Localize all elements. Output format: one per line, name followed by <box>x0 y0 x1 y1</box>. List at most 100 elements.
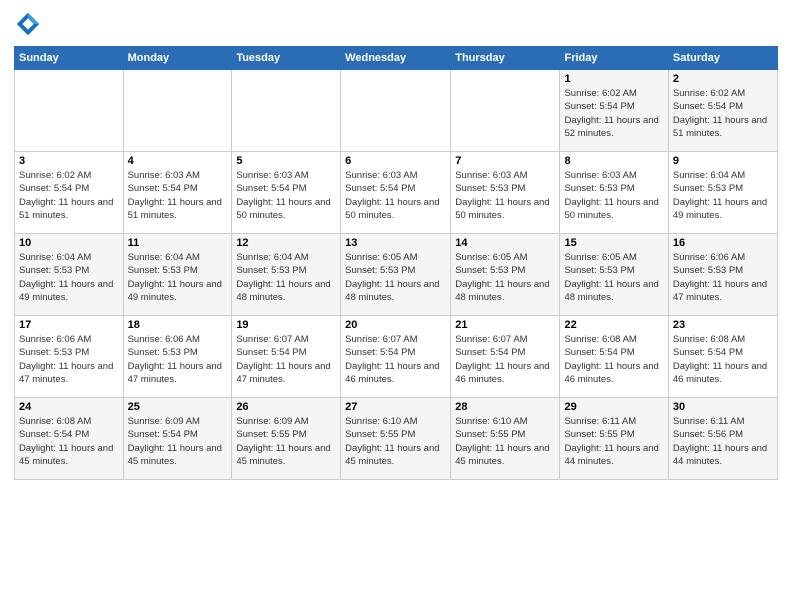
weekday-header-thursday: Thursday <box>451 47 560 70</box>
day-number: 25 <box>128 401 228 413</box>
day-info: Sunrise: 6:04 AM Sunset: 5:53 PM Dayligh… <box>236 251 336 304</box>
day-cell: 3 Sunrise: 6:02 AM Sunset: 5:54 PM Daylig… <box>15 152 124 234</box>
day-cell: 28 Sunrise: 6:10 AM Sunset: 5:55 PM Dayli… <box>451 398 560 480</box>
day-number: 29 <box>564 401 663 413</box>
day-number: 24 <box>19 401 119 413</box>
day-cell: 18 Sunrise: 6:06 AM Sunset: 5:53 PM Dayli… <box>123 316 232 398</box>
day-number: 11 <box>128 237 228 249</box>
day-info: Sunrise: 6:11 AM Sunset: 5:56 PM Dayligh… <box>673 415 773 468</box>
day-info: Sunrise: 6:06 AM Sunset: 5:53 PM Dayligh… <box>128 333 228 386</box>
day-number: 26 <box>236 401 336 413</box>
calendar: SundayMondayTuesdayWednesdayThursdayFrid… <box>14 46 778 480</box>
week-row-3: 10 Sunrise: 6:04 AM Sunset: 5:53 PM Dayli… <box>15 234 778 316</box>
day-number: 13 <box>345 237 446 249</box>
day-info: Sunrise: 6:05 AM Sunset: 5:53 PM Dayligh… <box>455 251 555 304</box>
weekday-header-wednesday: Wednesday <box>341 47 451 70</box>
week-row-2: 3 Sunrise: 6:02 AM Sunset: 5:54 PM Daylig… <box>15 152 778 234</box>
day-info: Sunrise: 6:06 AM Sunset: 5:53 PM Dayligh… <box>19 333 119 386</box>
week-row-5: 24 Sunrise: 6:08 AM Sunset: 5:54 PM Dayli… <box>15 398 778 480</box>
day-number: 22 <box>564 319 663 331</box>
day-number: 21 <box>455 319 555 331</box>
day-info: Sunrise: 6:03 AM Sunset: 5:54 PM Dayligh… <box>236 169 336 222</box>
day-cell: 30 Sunrise: 6:11 AM Sunset: 5:56 PM Dayli… <box>668 398 777 480</box>
day-number: 16 <box>673 237 773 249</box>
page: SundayMondayTuesdayWednesdayThursdayFrid… <box>0 0 792 612</box>
day-number: 18 <box>128 319 228 331</box>
day-cell <box>15 70 124 152</box>
day-info: Sunrise: 6:04 AM Sunset: 5:53 PM Dayligh… <box>128 251 228 304</box>
day-cell: 20 Sunrise: 6:07 AM Sunset: 5:54 PM Dayli… <box>341 316 451 398</box>
day-info: Sunrise: 6:08 AM Sunset: 5:54 PM Dayligh… <box>564 333 663 386</box>
day-info: Sunrise: 6:09 AM Sunset: 5:55 PM Dayligh… <box>236 415 336 468</box>
day-info: Sunrise: 6:07 AM Sunset: 5:54 PM Dayligh… <box>345 333 446 386</box>
day-cell: 11 Sunrise: 6:04 AM Sunset: 5:53 PM Dayli… <box>123 234 232 316</box>
day-cell: 16Sunrise: 6:06 AM Sunset: 5:53 PM Dayli… <box>668 234 777 316</box>
day-number: 4 <box>128 155 228 167</box>
day-info: Sunrise: 6:11 AM Sunset: 5:55 PM Dayligh… <box>564 415 663 468</box>
day-info: Sunrise: 6:02 AM Sunset: 5:54 PM Dayligh… <box>564 87 663 140</box>
day-cell: 19 Sunrise: 6:07 AM Sunset: 5:54 PM Dayli… <box>232 316 341 398</box>
day-cell <box>341 70 451 152</box>
day-cell <box>451 70 560 152</box>
day-number: 9 <box>673 155 773 167</box>
day-cell: 13 Sunrise: 6:05 AM Sunset: 5:53 PM Dayli… <box>341 234 451 316</box>
day-number: 20 <box>345 319 446 331</box>
day-number: 12 <box>236 237 336 249</box>
day-number: 30 <box>673 401 773 413</box>
day-info: Sunrise: 6:02 AM Sunset: 5:54 PM Dayligh… <box>19 169 119 222</box>
day-cell: 4 Sunrise: 6:03 AM Sunset: 5:54 PM Daylig… <box>123 152 232 234</box>
day-info: Sunrise: 6:09 AM Sunset: 5:54 PM Dayligh… <box>128 415 228 468</box>
day-info: Sunrise: 6:07 AM Sunset: 5:54 PM Dayligh… <box>455 333 555 386</box>
day-cell: 8Sunrise: 6:03 AM Sunset: 5:53 PM Daylig… <box>560 152 668 234</box>
day-cell: 1 Sunrise: 6:02 AM Sunset: 5:54 PM Daylig… <box>560 70 668 152</box>
day-cell: 21 Sunrise: 6:07 AM Sunset: 5:54 PM Dayli… <box>451 316 560 398</box>
day-info: Sunrise: 6:08 AM Sunset: 5:54 PM Dayligh… <box>19 415 119 468</box>
day-info: Sunrise: 6:03 AM Sunset: 5:54 PM Dayligh… <box>345 169 446 222</box>
day-info: Sunrise: 6:03 AM Sunset: 5:53 PM Dayligh… <box>455 169 555 222</box>
header <box>14 10 778 38</box>
day-cell: 25 Sunrise: 6:09 AM Sunset: 5:54 PM Dayli… <box>123 398 232 480</box>
day-info: Sunrise: 6:04 AM Sunset: 5:53 PM Dayligh… <box>19 251 119 304</box>
weekday-header-sunday: Sunday <box>15 47 124 70</box>
day-cell: 6 Sunrise: 6:03 AM Sunset: 5:54 PM Daylig… <box>341 152 451 234</box>
day-cell: 17 Sunrise: 6:06 AM Sunset: 5:53 PM Dayli… <box>15 316 124 398</box>
day-number: 3 <box>19 155 119 167</box>
day-number: 19 <box>236 319 336 331</box>
day-number: 23 <box>673 319 773 331</box>
day-info: Sunrise: 6:10 AM Sunset: 5:55 PM Dayligh… <box>455 415 555 468</box>
day-cell <box>232 70 341 152</box>
day-cell <box>123 70 232 152</box>
day-info: Sunrise: 6:02 AM Sunset: 5:54 PM Dayligh… <box>673 87 773 140</box>
day-number: 1 <box>564 73 663 85</box>
day-cell: 9Sunrise: 6:04 AM Sunset: 5:53 PM Daylig… <box>668 152 777 234</box>
week-row-4: 17 Sunrise: 6:06 AM Sunset: 5:53 PM Dayli… <box>15 316 778 398</box>
day-cell: 22 Sunrise: 6:08 AM Sunset: 5:54 PM Dayli… <box>560 316 668 398</box>
day-info: Sunrise: 6:10 AM Sunset: 5:55 PM Dayligh… <box>345 415 446 468</box>
weekday-header-friday: Friday <box>560 47 668 70</box>
logo <box>14 10 46 38</box>
day-number: 17 <box>19 319 119 331</box>
day-cell: 23Sunrise: 6:08 AM Sunset: 5:54 PM Dayli… <box>668 316 777 398</box>
day-number: 2 <box>673 73 773 85</box>
day-number: 10 <box>19 237 119 249</box>
day-info: Sunrise: 6:05 AM Sunset: 5:53 PM Dayligh… <box>345 251 446 304</box>
weekday-header-tuesday: Tuesday <box>232 47 341 70</box>
day-info: Sunrise: 6:07 AM Sunset: 5:54 PM Dayligh… <box>236 333 336 386</box>
day-cell: 5 Sunrise: 6:03 AM Sunset: 5:54 PM Daylig… <box>232 152 341 234</box>
day-number: 28 <box>455 401 555 413</box>
day-number: 6 <box>345 155 446 167</box>
weekday-header-monday: Monday <box>123 47 232 70</box>
day-info: Sunrise: 6:05 AM Sunset: 5:53 PM Dayligh… <box>564 251 663 304</box>
day-number: 5 <box>236 155 336 167</box>
day-cell: 24 Sunrise: 6:08 AM Sunset: 5:54 PM Dayli… <box>15 398 124 480</box>
day-cell: 2 Sunrise: 6:02 AM Sunset: 5:54 PM Daylig… <box>668 70 777 152</box>
weekday-header-row: SundayMondayTuesdayWednesdayThursdayFrid… <box>15 47 778 70</box>
day-info: Sunrise: 6:03 AM Sunset: 5:54 PM Dayligh… <box>128 169 228 222</box>
week-row-1: 1 Sunrise: 6:02 AM Sunset: 5:54 PM Daylig… <box>15 70 778 152</box>
day-cell: 10 Sunrise: 6:04 AM Sunset: 5:53 PM Dayli… <box>15 234 124 316</box>
day-cell: 27 Sunrise: 6:10 AM Sunset: 5:55 PM Dayli… <box>341 398 451 480</box>
day-number: 27 <box>345 401 446 413</box>
day-cell: 29 Sunrise: 6:11 AM Sunset: 5:55 PM Dayli… <box>560 398 668 480</box>
day-cell: 15Sunrise: 6:05 AM Sunset: 5:53 PM Dayli… <box>560 234 668 316</box>
day-number: 7 <box>455 155 555 167</box>
